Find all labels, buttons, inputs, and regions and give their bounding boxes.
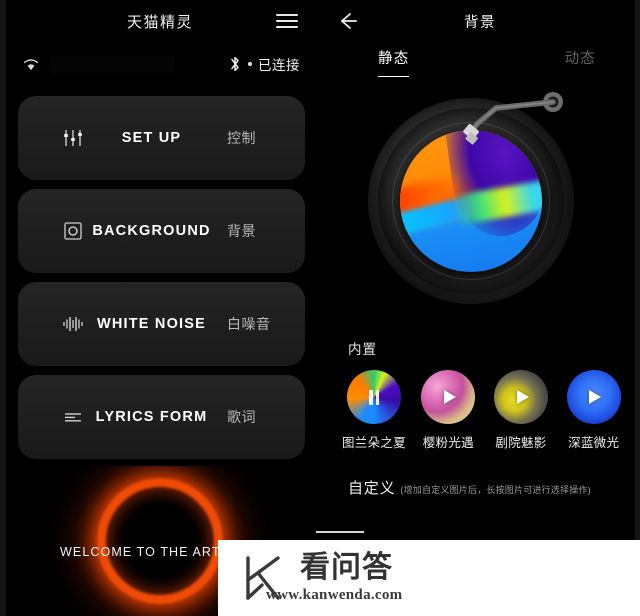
tab-bar: 静态 动态: [320, 42, 640, 82]
custom-section-note: (增加自定义图片后，长按图片可进行选择操作): [400, 485, 591, 495]
preset-label: 深蓝微光: [568, 436, 620, 450]
menu-item-background[interactable]: BACKGROUND 背景: [18, 189, 305, 273]
menu-item-label-en: SET UP: [121, 130, 182, 146]
preset-item-deep-blue-glow[interactable]: 深蓝微光: [563, 370, 624, 451]
right-panel: 背景 静态 动态 内置 图兰朵之夏 樱粉光遇 剧院魅影 深蓝微光 自定义 (增加…: [320, 0, 640, 616]
back-arrow-icon[interactable]: [334, 10, 360, 32]
play-icon[interactable]: [585, 388, 603, 406]
preset-thumbnail[interactable]: [421, 370, 476, 424]
app-root: 天猫精灵 已连接 SET UP 控制 BACKGROUND 背景 WHITE N…: [0, 0, 640, 616]
custom-section: 自定义 (增加自定义图片后，长按图片可进行选择操作): [348, 477, 640, 498]
vinyl-label-artwork: [400, 130, 542, 272]
bluetooth-icon: [228, 55, 242, 73]
menu-item-set-up[interactable]: SET UP 控制: [18, 96, 305, 180]
bluetooth-status-group: 已连接: [228, 54, 300, 74]
menu-item-label-cn: 背景: [227, 223, 256, 239]
preset-thumbnail[interactable]: [494, 370, 548, 424]
menu-item-label-cn: 白噪音: [227, 316, 271, 332]
menu-item-white-noise[interactable]: WHITE NOISE 白噪音: [18, 282, 305, 366]
preset-label: 剧院魅影: [495, 436, 547, 450]
wifi-icon: [22, 57, 40, 71]
preset-label: 图兰朵之夏: [342, 436, 407, 450]
menu-list: SET UP 控制 BACKGROUND 背景 WHITE NOISE 白噪音 …: [0, 86, 320, 459]
menu-item-lyrics-form[interactable]: LYRICS FORM 歌词: [18, 375, 305, 459]
preset-item-sakura-pink[interactable]: 樱粉光遇: [418, 370, 479, 451]
watermark-brand: 看问答: [300, 550, 393, 584]
menu-item-label-en: WHITE NOISE: [96, 316, 207, 332]
left-header: 天猫精灵: [0, 0, 320, 42]
menu-item-label-en: LYRICS FORM: [95, 409, 208, 425]
watermark-overlay: 看问答 www.kanwenda.com: [218, 530, 640, 616]
status-row: 已连接: [0, 42, 320, 86]
left-panel: 天猫精灵 已连接 SET UP 控制 BACKGROUND 背景 WHITE N…: [0, 0, 320, 616]
menu-item-label-en: BACKGROUND: [92, 223, 211, 239]
page-title: 背景: [464, 14, 496, 31]
watermark-tick-decoration: [316, 530, 364, 533]
pause-icon[interactable]: [365, 388, 383, 406]
preset-thumbnail[interactable]: [566, 370, 621, 424]
hamburger-menu-icon[interactable]: [276, 14, 298, 28]
play-icon[interactable]: [512, 388, 530, 406]
app-title: 天猫精灵: [126, 13, 193, 31]
builtin-section-label: 内置: [348, 342, 377, 357]
tab-dynamic[interactable]: 动态: [565, 47, 596, 77]
preset-item-turandot[interactable]: 图兰朵之夏: [342, 370, 406, 451]
play-icon[interactable]: [439, 388, 457, 406]
preset-thumbnail[interactable]: [347, 370, 401, 424]
tab-static[interactable]: 静态: [378, 47, 410, 78]
custom-section-title: 自定义: [348, 480, 396, 497]
left-screen-edge: [0, 0, 6, 616]
preset-list: 图兰朵之夏 樱粉光遇 剧院魅影 深蓝微光: [320, 358, 640, 451]
welcome-text: WELCOME TO THE ART: [60, 545, 221, 559]
preset-label: 樱粉光遇: [422, 436, 474, 450]
menu-item-label-cn: 歌词: [227, 409, 256, 425]
right-header: 背景: [320, 0, 640, 42]
bluetooth-separator-dot: [248, 62, 252, 66]
vinyl-record-preview[interactable]: [320, 84, 640, 332]
bluetooth-status-label: 已连接: [258, 58, 300, 73]
preset-item-phantom-opera[interactable]: 剧院魅影: [491, 370, 552, 451]
wifi-ssid-masked: [52, 56, 174, 72]
menu-item-label-cn: 控制: [227, 130, 256, 146]
watermark-url: www.kanwenda.com: [266, 586, 403, 603]
